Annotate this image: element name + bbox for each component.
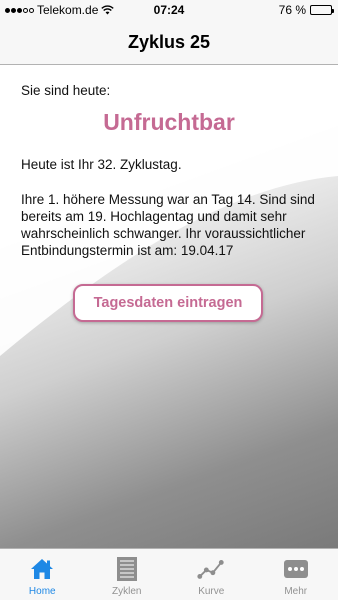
home-icon [28,555,56,583]
tab-bar: Home Zyklen Kurve Mehr [0,548,338,600]
more-icon [282,555,310,583]
main-content: Sie sind heute: Unfruchtbar Heute ist Ih… [0,66,338,548]
tab-label: Home [28,586,56,597]
tab-label: Zyklen [112,586,142,597]
tab-zyklen[interactable]: Zyklen [85,549,170,600]
enter-daily-data-button[interactable]: Tagesdaten eintragen [73,284,263,322]
tab-label: Kurve [198,586,225,597]
navigation-bar: Zyklus 25 [0,20,338,65]
tab-mehr[interactable]: Mehr [254,549,338,600]
cycle-day-text: Heute ist Ihr 32. Zyklustag. [21,157,182,172]
battery-icon [310,5,334,15]
page-title: Zyklus 25 [127,31,211,52]
tab-label: Mehr [284,586,308,597]
battery-percent: 76 % [278,3,306,17]
status-bar: Telekom.de 07:24 76 % [0,0,338,20]
intro-text: Sie sind heute: [21,83,111,98]
list-icon [113,555,141,583]
tab-home[interactable]: Home [0,549,85,600]
tab-kurve[interactable]: Kurve [169,549,254,600]
chart-icon [197,555,225,583]
fertility-status: Unfruchtbar [103,109,235,135]
info-message: Ihre 1. höhere Messung war an Tag 14. Si… [21,192,315,258]
